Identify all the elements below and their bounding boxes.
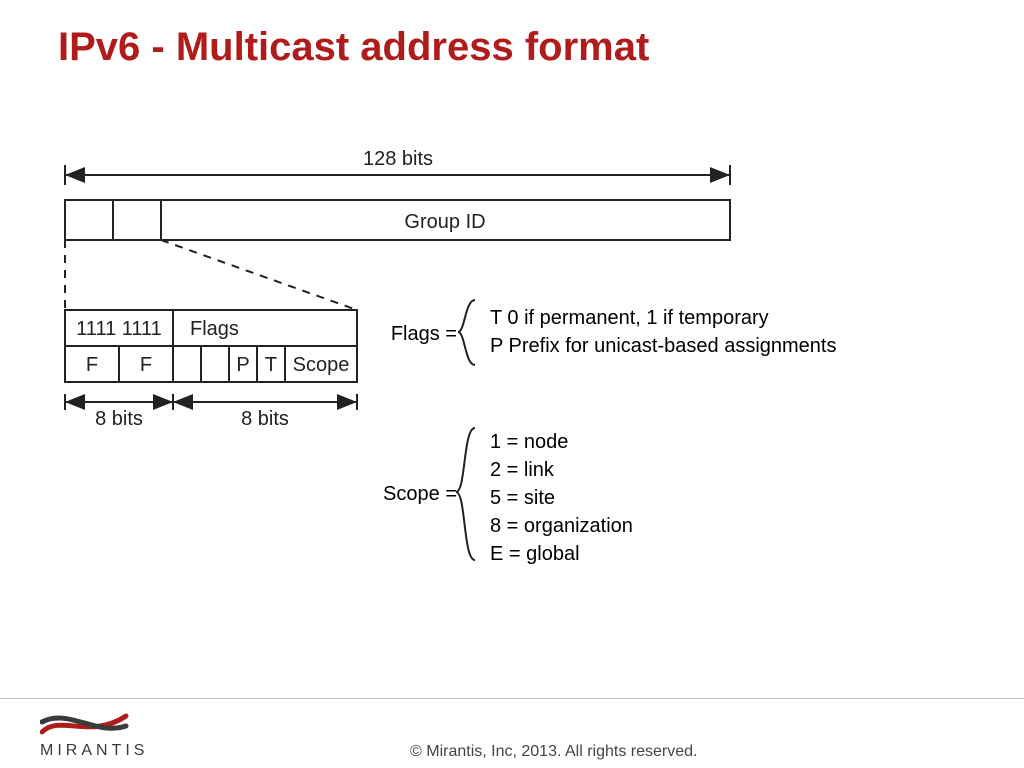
scope-brace-icon (456, 428, 475, 560)
topbar-seg2 (113, 200, 161, 240)
p-label: P (236, 354, 249, 376)
width-left-label: 8 bits (95, 408, 143, 430)
f1-label: F (86, 354, 98, 376)
detail-blank2 (201, 346, 229, 382)
flags-label: Flags (190, 318, 239, 340)
detail-blank1 (173, 346, 201, 382)
t-label: T (265, 354, 277, 376)
prefix-bits-label: 1111 1111 (76, 318, 162, 340)
scope-def-line-2: 5 = site (490, 487, 555, 509)
diagram: 128 bits Group ID 1111 1111 Flags F F P … (0, 0, 1024, 768)
scope-def-line-3: 8 = organization (490, 515, 633, 537)
scope-def-line-0: 1 = node (490, 431, 568, 453)
total-width-label: 128 bits (363, 148, 433, 170)
flags-brace-icon (458, 300, 475, 365)
flags-def-line-0: T 0 if permanent, 1 if temporary (490, 307, 769, 329)
f2-label: F (140, 354, 152, 376)
topbar-seg1 (65, 200, 113, 240)
footer-copyright: © Mirantis, Inc, 2013. All rights reserv… (410, 743, 697, 761)
width-right-label: 8 bits (241, 408, 289, 430)
scope-def-line-4: E = global (490, 543, 580, 565)
scope-label: Scope (293, 354, 350, 376)
logo-icon (40, 710, 130, 740)
scope-def-line-1: 2 = link (490, 459, 555, 481)
group-id-label: Group ID (404, 211, 485, 233)
flags-def-label: Flags = (391, 323, 457, 345)
brand-name: MIRANTIS (40, 742, 148, 760)
scope-def-label: Scope = (383, 483, 457, 505)
flags-def-line-1: P Prefix for unicast-based assignments (490, 335, 836, 357)
footer-divider (0, 698, 1024, 699)
footer: MIRANTIS © Mirantis, Inc, 2013. All righ… (0, 698, 1024, 768)
